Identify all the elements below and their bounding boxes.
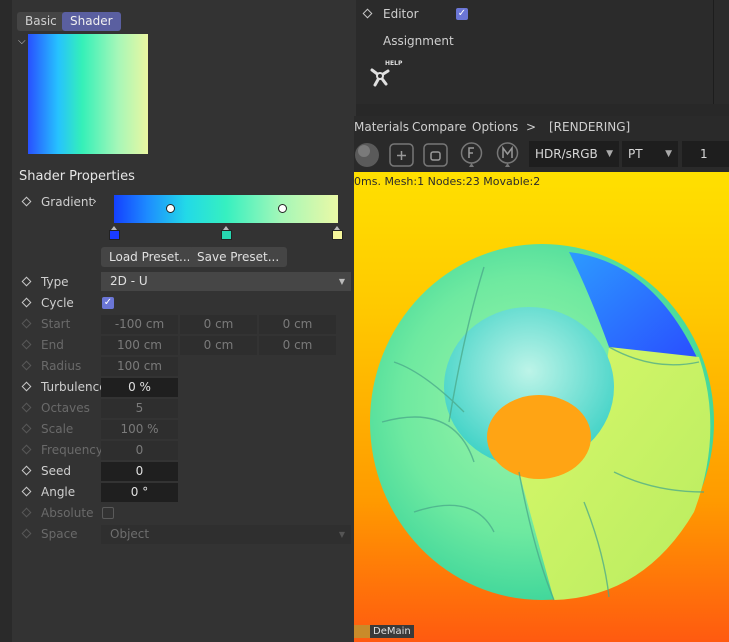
- object-panel-box: Editor ✓ Assignment HELP: [356, 0, 714, 104]
- dropdown-arrow-icon: ▼: [665, 149, 672, 159]
- material-pick-icon[interactable]: [494, 141, 521, 168]
- seed-label: Seed: [41, 464, 71, 478]
- keyframe-diamond-icon[interactable]: [21, 196, 32, 207]
- render-status: [RENDERING]: [549, 120, 631, 134]
- angle-field[interactable]: 0 °: [101, 483, 178, 502]
- end-z-field: 0 cm: [259, 336, 336, 355]
- end-x-field: 100 cm: [101, 336, 178, 355]
- sphere-preview-icon[interactable]: [354, 141, 381, 168]
- tag-name: DeMain: [370, 625, 414, 638]
- keyframe-diamond-icon[interactable]: [362, 8, 373, 19]
- tab-basic[interactable]: Basic: [17, 12, 65, 31]
- type-value: 2D - U: [110, 274, 148, 288]
- start-x-field: -100 cm: [101, 315, 178, 334]
- absolute-label: Absolute: [41, 506, 94, 520]
- gradient-stop[interactable]: [332, 226, 343, 240]
- color-space-select[interactable]: HDR/sRGB ▼: [529, 141, 619, 167]
- gradient-knot[interactable]: [278, 204, 287, 213]
- keyframe-diamond-icon[interactable]: [21, 486, 32, 497]
- keyframe-diamond-icon[interactable]: [21, 381, 32, 392]
- chevron-right-icon[interactable]: ›: [92, 194, 97, 208]
- keyframe-diamond-icon[interactable]: [21, 276, 32, 287]
- scale-field: 100 %: [101, 420, 178, 439]
- save-preset-button[interactable]: Save Preset...: [189, 247, 288, 267]
- angle-label: Angle: [41, 485, 76, 499]
- menu-materials[interactable]: Materials: [354, 120, 409, 134]
- panel-edge: [0, 0, 12, 642]
- gradient-stop[interactable]: [109, 226, 120, 240]
- dropdown-arrow-icon: ▼: [606, 149, 613, 159]
- editor-label: Editor: [383, 7, 419, 21]
- tag-swatch: [354, 625, 370, 638]
- octaves-label: Octaves: [41, 401, 90, 415]
- render-stats: 0ms. Mesh:1 Nodes:23 Movable:2: [354, 175, 541, 188]
- scale-label: Scale: [41, 422, 74, 436]
- object-panel: Editor ✓ Assignment HELP: [356, 0, 729, 104]
- absolute-checkbox: [102, 507, 114, 519]
- region-icon[interactable]: [422, 141, 449, 168]
- gradient-bar[interactable]: [114, 195, 338, 223]
- seed-field[interactable]: 0: [101, 462, 178, 481]
- turbulence-label: Turbulence: [41, 380, 107, 394]
- focus-pick-icon[interactable]: [458, 141, 485, 168]
- frequency-label: Frequency: [41, 443, 103, 457]
- dropdown-arrow-icon: ▼: [338, 530, 345, 539]
- keyframe-diamond-icon[interactable]: [21, 297, 32, 308]
- gradient-knot[interactable]: [166, 204, 175, 213]
- attribute-panel: Basic Shader ⌵ Shader Properties Gradien…: [0, 0, 356, 642]
- keyframe-diamond-icon: [21, 423, 32, 434]
- keyframe-diamond-icon: [21, 402, 32, 413]
- space-label: Space: [41, 527, 78, 541]
- tab-shader[interactable]: Shader: [62, 12, 121, 31]
- shader-preview: [28, 34, 148, 154]
- keyframe-diamond-icon[interactable]: [21, 465, 32, 476]
- kernel-select[interactable]: PT ▼: [622, 141, 678, 167]
- cycle-label: Cycle: [41, 296, 74, 310]
- space-select: Object ▼: [101, 525, 351, 544]
- collapse-arrow-icon[interactable]: ⌵: [18, 36, 26, 47]
- keyframe-diamond-icon: [21, 318, 32, 329]
- menu-options[interactable]: Options: [472, 120, 518, 134]
- color-space-value: HDR/sRGB: [535, 147, 598, 161]
- keyframe-diamond-icon: [21, 339, 32, 350]
- start-y-field: 0 cm: [180, 315, 257, 334]
- render-tag: DeMain: [354, 625, 414, 638]
- viewer-toolbar: HDR/sRGB ▼ PT ▼ 1: [354, 138, 729, 172]
- end-y-field: 0 cm: [180, 336, 257, 355]
- radius-field: 100 cm: [101, 357, 178, 376]
- assignment-label: Assignment: [383, 34, 454, 48]
- menu-more[interactable]: >: [526, 120, 536, 134]
- end-label: End: [41, 338, 64, 352]
- start-label: Start: [41, 317, 71, 331]
- value-field[interactable]: 1: [682, 141, 729, 167]
- help-text: HELP: [385, 60, 403, 67]
- section-title: Shader Properties: [19, 169, 135, 184]
- viewer-menubar: Materials Compare Options > [RENDERING]: [354, 116, 729, 138]
- menu-compare[interactable]: Compare: [412, 120, 466, 134]
- keyframe-diamond-icon: [21, 507, 32, 518]
- frequency-field: 0: [101, 441, 178, 460]
- start-z-field: 0 cm: [259, 315, 336, 334]
- type-select[interactable]: 2D - U ▼: [101, 272, 351, 291]
- cycle-checkbox[interactable]: ✓: [102, 297, 114, 309]
- dropdown-arrow-icon: ▼: [338, 277, 345, 286]
- gradient-label: Gradient: [41, 195, 94, 209]
- keyframe-diamond-icon: [21, 360, 32, 371]
- add-icon[interactable]: [388, 141, 415, 168]
- keyframe-diamond-icon: [21, 444, 32, 455]
- gradient-stop[interactable]: [221, 226, 232, 240]
- keyframe-diamond-icon: [21, 528, 32, 539]
- radius-label: Radius: [41, 359, 82, 373]
- turbulence-field[interactable]: 0 %: [101, 378, 178, 397]
- kernel-value: PT: [628, 147, 643, 161]
- render-torus-image: [370, 244, 714, 601]
- render-viewport[interactable]: 0ms. Mesh:1 Nodes:23 Movable:2 DeMain: [354, 172, 729, 642]
- type-label: Type: [41, 275, 69, 289]
- octaves-field: 5: [101, 399, 178, 418]
- editor-checkbox[interactable]: ✓: [456, 8, 468, 20]
- space-value: Object: [110, 527, 150, 541]
- load-preset-button[interactable]: Load Preset...: [101, 247, 199, 267]
